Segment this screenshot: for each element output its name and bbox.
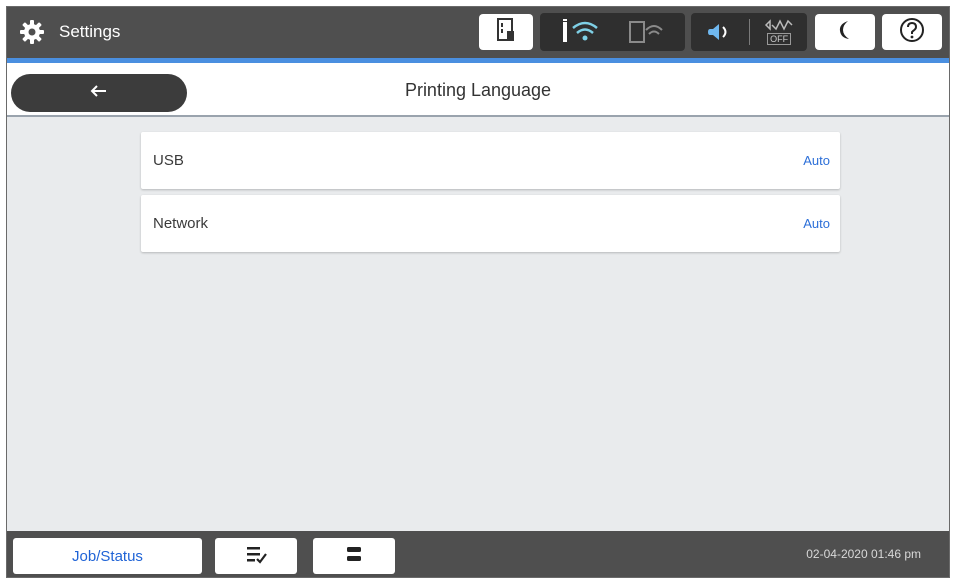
ink-cartridge-icon	[495, 17, 517, 48]
job-status-button[interactable]: Job/Status	[13, 538, 202, 574]
datetime: 02-04-2020 01:46 pm	[806, 547, 921, 561]
device-status-group: OFF	[691, 13, 807, 51]
list-item-label: USB	[153, 152, 184, 169]
title-bar: Printing Language	[7, 63, 949, 117]
help-icon	[899, 17, 925, 48]
list-item-value: Auto	[803, 216, 830, 231]
list-item-network[interactable]: Network Auto	[141, 195, 840, 252]
list-item-label: Network	[153, 215, 209, 232]
job-list-button[interactable]	[215, 538, 297, 574]
list-item-value: Auto	[803, 153, 830, 168]
arrow-left-icon	[90, 84, 108, 103]
print-queue-button[interactable]	[313, 538, 395, 574]
wifi-icon[interactable]	[559, 18, 599, 46]
bottom-bar: Job/Status 02-04-2020 01:46 pm	[7, 531, 949, 577]
fax-off-label: OFF	[767, 33, 792, 45]
printer-control-panel: Settings OFF Printing Language USB Auto …	[6, 6, 950, 578]
moon-icon	[835, 18, 855, 47]
job-status-label: Job/Status	[72, 547, 143, 565]
status-bar: Settings OFF	[7, 7, 949, 58]
ink-status-button[interactable]	[479, 14, 533, 50]
help-button[interactable]	[882, 14, 942, 50]
group-divider	[749, 19, 751, 45]
settings-title: Settings	[59, 22, 121, 41]
speaker-icon[interactable]	[704, 20, 736, 44]
list-item-usb[interactable]: USB Auto	[141, 132, 840, 189]
back-button[interactable]	[11, 74, 187, 112]
settings-header: Settings	[19, 17, 120, 47]
sleep-button[interactable]	[815, 14, 875, 50]
fax-off-icon[interactable]: OFF	[764, 19, 794, 45]
network-status-group	[540, 13, 685, 51]
wifi-direct-icon[interactable]	[626, 18, 666, 46]
gear-icon	[19, 19, 45, 45]
job-list-icon	[244, 544, 268, 569]
print-queue-icon	[344, 544, 364, 569]
